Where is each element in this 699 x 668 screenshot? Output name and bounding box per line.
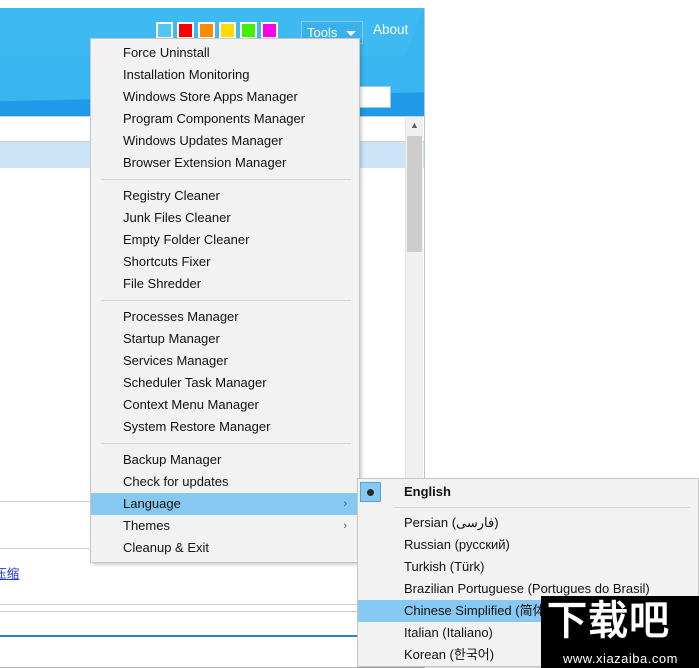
language-item-english[interactable]: English <box>358 481 698 503</box>
menu-item-label: Processes Manager <box>123 309 239 324</box>
menu-item-label: Services Manager <box>123 353 228 368</box>
menu-item-empty-folder-cleaner[interactable]: Empty Folder Cleaner <box>91 229 359 251</box>
menu-item-label: Junk Files Cleaner <box>123 210 231 225</box>
menu-item-label: Startup Manager <box>123 331 220 346</box>
menu-item-windows-store-apps-manager[interactable]: Windows Store Apps Manager <box>91 86 359 108</box>
menu-item-label: Check for updates <box>123 474 229 489</box>
menu-item-junk-files-cleaner[interactable]: Junk Files Cleaner <box>91 207 359 229</box>
menu-item-scheduler-task-manager[interactable]: Scheduler Task Manager <box>91 372 359 394</box>
menu-item-label: Backup Manager <box>123 452 222 467</box>
menu-item-label: Cleanup & Exit <box>123 540 209 555</box>
menu-item-file-shredder[interactable]: File Shredder <box>91 273 359 295</box>
menu-item-startup-manager[interactable]: Startup Manager <box>91 328 359 350</box>
theme-swatch-green[interactable] <box>240 22 257 39</box>
menu-item-program-components-manager[interactable]: Program Components Manager <box>91 108 359 130</box>
title-bar-strip <box>0 0 699 8</box>
menu-item-label: Installation Monitoring <box>123 67 250 82</box>
menu-item-label: Windows Updates Manager <box>123 133 283 148</box>
language-item[interactable]: Turkish (Türk) <box>358 556 698 578</box>
menu-separator <box>394 507 690 508</box>
menu-item-label: Browser Extension Manager <box>123 155 287 170</box>
menu-item-cleanup-exit[interactable]: Cleanup & Exit <box>91 537 359 559</box>
menu-item-browser-extension-manager[interactable]: Browser Extension Manager <box>91 152 359 174</box>
list-vertical-scrollbar[interactable]: ▲ ▼ <box>405 117 423 501</box>
menu-item-label: Empty Folder Cleaner <box>123 232 250 247</box>
tools-dropdown-menu[interactable]: Force Uninstall Installation Monitoring Wi… <box>90 38 360 563</box>
watermark-logo-text: 下载吧 <box>547 598 670 644</box>
theme-swatch-red[interactable] <box>177 22 194 39</box>
registry-path-link[interactable]: Windows\CurrentVersion\Uninstall\360压缩 <box>0 563 19 582</box>
menu-separator <box>101 300 351 301</box>
menu-item-label: File Shredder <box>123 276 202 291</box>
language-item-label: Korean (한국어) <box>404 647 495 662</box>
menu-item-services-manager[interactable]: Services Manager <box>91 350 359 372</box>
site-watermark: 下载吧 www.xiazaiba.com <box>541 596 699 668</box>
language-item-label: Persian (فارسی) <box>404 515 499 530</box>
watermark-url: www.xiazaiba.com <box>563 651 678 666</box>
menu-item-label: Context Menu Manager <box>123 397 259 412</box>
language-item[interactable]: Russian (русский) <box>358 534 698 556</box>
language-item[interactable]: Persian (فارسی) <box>358 512 698 534</box>
menu-item-shortcuts-fixer[interactable]: Shortcuts Fixer <box>91 251 359 273</box>
chevron-down-icon <box>346 31 356 36</box>
language-item-label: Russian (русский) <box>404 537 510 552</box>
menu-item-label: Language <box>123 496 181 511</box>
theme-swatch-cyan[interactable] <box>156 22 173 39</box>
theme-color-swatches[interactable] <box>156 22 278 39</box>
language-item-label: Brazilian Portuguese (Portugues do Brasi… <box>404 581 650 596</box>
menu-item-context-menu-manager[interactable]: Context Menu Manager <box>91 394 359 416</box>
menu-item-language[interactable]: Language › <box>91 493 359 515</box>
menu-separator <box>101 179 351 180</box>
theme-swatch-orange[interactable] <box>198 22 215 39</box>
theme-swatch-magenta[interactable] <box>261 22 278 39</box>
menu-item-label: Registry Cleaner <box>123 188 220 203</box>
menu-item-check-for-updates[interactable]: Check for updates <box>91 471 359 493</box>
scrollbar-thumb[interactable] <box>407 136 422 252</box>
menu-item-label: Themes <box>123 518 170 533</box>
menu-item-backup-manager[interactable]: Backup Manager <box>91 449 359 471</box>
about-button[interactable]: About <box>373 22 408 37</box>
menu-item-installation-monitoring[interactable]: Installation Monitoring <box>91 64 359 86</box>
menu-item-label: Program Components Manager <box>123 111 306 126</box>
menu-separator <box>101 443 351 444</box>
menu-item-force-uninstall[interactable]: Force Uninstall <box>91 42 359 64</box>
screenshot-root: AM Available tes 24 Seconds Tools About <box>0 0 699 668</box>
menu-item-label: Force Uninstall <box>123 45 210 60</box>
menu-item-label: Scheduler Task Manager <box>123 375 267 390</box>
language-item-label: English <box>404 484 451 499</box>
language-item-label: Italian (Italiano) <box>404 625 493 640</box>
language-item-label: Turkish (Türk) <box>404 559 485 574</box>
chevron-up-icon[interactable]: ▲ <box>406 117 423 134</box>
chevron-right-icon: › <box>343 498 347 510</box>
menu-item-registry-cleaner[interactable]: Registry Cleaner <box>91 185 359 207</box>
menu-item-label: Shortcuts Fixer <box>123 254 211 269</box>
menu-item-label: Windows Store Apps Manager <box>123 89 298 104</box>
menu-item-processes-manager[interactable]: Processes Manager <box>91 306 359 328</box>
theme-swatch-yellow[interactable] <box>219 22 236 39</box>
menu-item-themes[interactable]: Themes › <box>91 515 359 537</box>
radio-selected-icon <box>360 482 381 502</box>
about-button-label: About <box>373 22 409 37</box>
menu-item-label: System Restore Manager <box>123 419 271 434</box>
chevron-right-icon: › <box>343 520 347 532</box>
menu-item-windows-updates-manager[interactable]: Windows Updates Manager <box>91 130 359 152</box>
menu-item-system-restore-manager[interactable]: System Restore Manager <box>91 416 359 438</box>
